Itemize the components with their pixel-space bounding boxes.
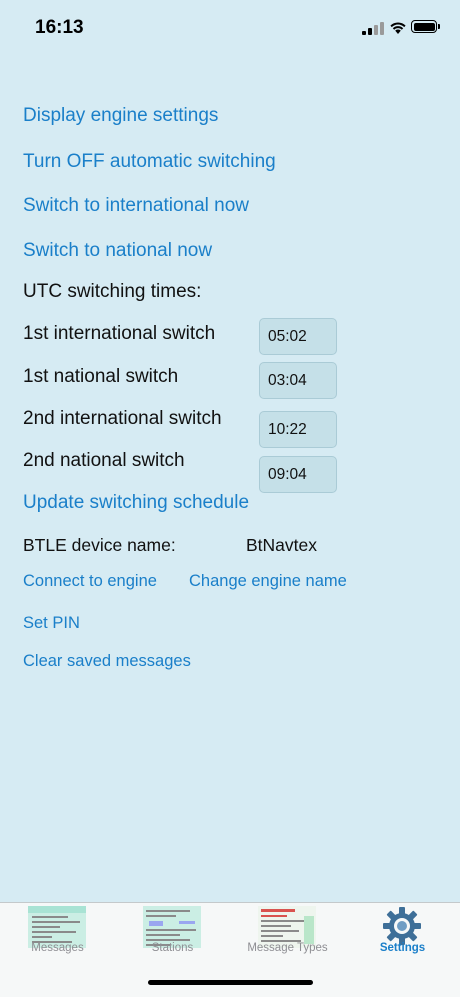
gear-icon — [383, 907, 421, 945]
update-switching-schedule-link[interactable]: Update switching schedule — [23, 492, 249, 514]
btle-device-name-label: BTLE device name: — [23, 535, 176, 555]
battery-icon — [411, 20, 437, 33]
change-engine-name-link[interactable]: Change engine name — [189, 572, 347, 591]
tab-message-types-label: Message Types — [247, 942, 328, 954]
status-bar: 16:13 — [0, 0, 460, 56]
display-engine-settings-link[interactable]: Display engine settings — [23, 105, 218, 127]
switch-label-1st-national: 1st national switch — [23, 366, 179, 387]
switch-label-2nd-international: 2nd international switch — [23, 408, 222, 429]
switch-to-international-link[interactable]: Switch to international now — [23, 195, 249, 217]
turn-off-automatic-switching-link[interactable]: Turn OFF automatic switching — [23, 151, 276, 173]
utc-switching-heading: UTC switching times: — [23, 281, 202, 302]
tab-settings-label: Settings — [379, 942, 426, 954]
tab-messages[interactable]: Messages — [0, 903, 115, 963]
tab-stations-label: Stations — [151, 942, 194, 954]
battery-tip — [438, 24, 440, 29]
connect-to-engine-link[interactable]: Connect to engine — [23, 572, 157, 591]
switch-label-1st-international: 1st international switch — [23, 323, 216, 344]
tab-message-types[interactable]: Message Types — [230, 903, 345, 963]
tab-messages-label: Messages — [31, 942, 84, 954]
time-field-1st-international[interactable]: 05:02 — [259, 318, 337, 355]
tab-settings[interactable]: Settings — [345, 903, 460, 963]
clear-saved-messages-link[interactable]: Clear saved messages — [23, 652, 191, 671]
time-field-1st-national[interactable]: 03:04 — [259, 362, 337, 399]
btle-device-name-value: BtNavtex — [246, 535, 317, 555]
set-pin-link[interactable]: Set PIN — [23, 614, 80, 633]
time-field-2nd-international[interactable]: 10:22 — [259, 411, 337, 448]
status-time: 16:13 — [35, 17, 84, 38]
tab-stations[interactable]: Stations — [115, 903, 230, 963]
home-indicator — [148, 980, 313, 985]
time-field-2nd-national[interactable]: 09:04 — [259, 456, 337, 493]
switch-label-2nd-national: 2nd national switch — [23, 450, 185, 471]
wifi-icon — [390, 22, 406, 34]
cellular-signal-icon — [362, 22, 384, 35]
switch-to-national-link[interactable]: Switch to national now — [23, 240, 212, 262]
